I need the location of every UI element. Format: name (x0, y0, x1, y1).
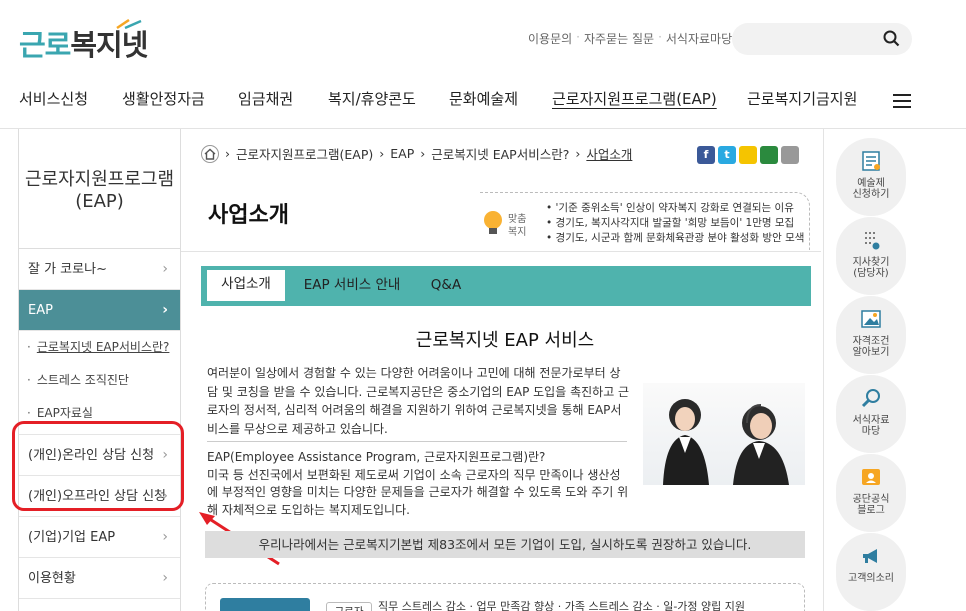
eap-definition: EAP(Employee Assistance Program, 근로자지원프로… (207, 450, 629, 517)
sidebar-sub-stress-diagnosis[interactable]: · 스트레스 조직진단 (19, 364, 180, 397)
quick-menu-forms[interactable]: 서식자료 마당 (836, 375, 906, 453)
quick-menu-blog[interactable]: 공단공식 블로그 (836, 454, 906, 532)
main-nav: 서비스신청 생활안정자금 임금채권 복지/휴양콘도 문화예술제 근로자지원프로그… (0, 88, 966, 116)
top-links: 이용문의 · 자주묻는 질문 · 서식자료마당 (528, 30, 732, 47)
sidebar-item-usage[interactable]: 이용현황 › (19, 558, 180, 599)
chevron-right-icon: › (162, 302, 168, 318)
search-icon[interactable] (883, 30, 900, 47)
share-buttons: f t (697, 146, 799, 164)
benefit-text: 직무 스트레스 감소 · 업무 만족감 향상 · 가족 스트레스 감소 · 일-… (378, 600, 746, 611)
lightbulb-icon (484, 211, 502, 234)
breadcrumb-current[interactable]: 사업소개 (586, 144, 632, 163)
content-tabs: 사업소개 EAP 서비스 안내 Q&A (201, 266, 811, 306)
separator: · (658, 30, 662, 44)
page-title: 사업소개 (208, 203, 289, 228)
site-logo[interactable]: 근로복지넷 (19, 18, 148, 64)
gnb-service-apply[interactable]: 서비스신청 (19, 88, 88, 109)
benefit-tag: 근로자 (326, 602, 372, 611)
quick-menu-divider (823, 129, 824, 611)
chevron-right-icon: › (162, 529, 168, 545)
kakaostory-icon[interactable] (739, 146, 757, 164)
gnb-living-fund[interactable]: 생활안정자금 (122, 88, 205, 109)
chevron-right-icon: › (162, 261, 168, 277)
quick-menu-customer-voice[interactable]: 고객의소리 (836, 533, 906, 611)
logo-mark-icon (116, 18, 142, 30)
highlight-box (12, 421, 184, 511)
tip-item[interactable]: 경기도, 시군과 함께 문화체육관광 분야 활성화 방안 모색 (546, 231, 805, 246)
section-divider (181, 251, 821, 252)
gnb-welfare-condo[interactable]: 복지/휴양콘도 (328, 88, 416, 109)
sidebar-item-eap[interactable]: EAP › (19, 290, 180, 331)
separator: · (576, 30, 580, 44)
breadcrumb: › 근로자지원프로그램(EAP) › EAP › 근로복지넷 EAP서비스란? … (201, 144, 632, 163)
top-link-faq[interactable]: 자주묻는 질문 (584, 30, 654, 47)
search-input[interactable] (732, 23, 912, 55)
twitter-icon[interactable]: t (718, 146, 736, 164)
band-icon[interactable] (760, 146, 778, 164)
blog-icon (862, 469, 880, 485)
content-title: 근로복지넷 EAP 서비스 (415, 330, 595, 351)
sidebar-sub-eap-intro[interactable]: · 근로복지넷 EAP서비스란? (19, 331, 180, 364)
top-link-inquiry[interactable]: 이용문의 (528, 30, 572, 47)
search-magnifier-icon (861, 389, 880, 408)
breadcrumb-item[interactable]: EAP (390, 146, 414, 161)
tab-eap-service-guide[interactable]: EAP 서비스 안내 (297, 266, 407, 306)
menu-hamburger-icon[interactable] (893, 94, 911, 108)
breadcrumb-item[interactable]: 근로자지원프로그램(EAP) (236, 144, 373, 163)
intro-paragraph: 여러분이 일상에서 경험할 수 있는 다양한 어려움이나 고민에 대해 전문가로… (207, 366, 630, 436)
gnb-arts-festival[interactable]: 문화예술제 (449, 88, 518, 109)
tip-list: '기준 중위소득' 인상이 약자복지 강화로 연결되는 이유 경기도, 복지사각… (546, 201, 805, 246)
gnb-wage-claim[interactable]: 임금채권 (238, 88, 293, 109)
quick-menu-eligibility[interactable]: 자격조건 알아보기 (836, 296, 906, 374)
tip-item[interactable]: '기준 중위소득' 인상이 약자복지 강화로 연결되는 이유 (546, 201, 804, 216)
quick-menu-arts-apply[interactable]: 예술제 신청하기 (836, 138, 906, 216)
tab-qna[interactable]: Q&A (417, 266, 475, 306)
benefit-button[interactable] (220, 598, 310, 611)
picture-icon (861, 310, 881, 328)
chevron-right-icon: › (162, 570, 168, 586)
tip-item[interactable]: 경기도, 복지사각지대 발굴할 '희망 보듬이' 1만명 모집 (546, 216, 804, 231)
print-icon[interactable] (781, 146, 799, 164)
benefit-box: 근로자 직무 스트레스 감소 · 업무 만족감 향상 · 가족 스트레스 감소 … (205, 583, 805, 611)
sidebar-title: 근로자지원프로그램 (EAP) (19, 129, 180, 249)
quick-menu-find-branch[interactable]: 지사찾기 (담당자) (836, 217, 906, 295)
document-list-icon (862, 151, 880, 171)
counselor-photo (643, 383, 805, 485)
sidebar-item-corona[interactable]: 잘 가 코로나~ › (19, 249, 180, 290)
location-list-icon (865, 232, 880, 250)
home-icon[interactable] (201, 144, 219, 163)
welfare-tip-box: 맞춤복지 '기준 중위소득' 인상이 약자복지 강화로 연결되는 이유 경기도,… (480, 192, 810, 250)
left-sidebar: 근로자지원프로그램 (EAP) 잘 가 코로나~ › EAP › · 근로복지넷 EAP… (18, 129, 181, 611)
top-link-forms[interactable]: 서식자료마당 (666, 30, 732, 47)
paragraph-divider (207, 441, 627, 442)
facebook-icon[interactable]: f (697, 146, 715, 164)
sidebar-item-company-eap[interactable]: (기업)기업 EAP › (19, 517, 180, 558)
gnb-welfare-fund[interactable]: 근로복지기금지원 (747, 88, 857, 109)
gnb-eap[interactable]: 근로자지원프로그램(EAP) (552, 88, 717, 109)
breadcrumb-item[interactable]: 근로복지넷 EAP서비스란? (431, 144, 569, 163)
megaphone-icon (863, 549, 877, 563)
tab-business-intro[interactable]: 사업소개 (207, 270, 285, 301)
notice-bar: 우리나라에서는 근로복지기본법 제83조에서 모든 기업이 도입, 실시하도록 … (205, 531, 805, 558)
